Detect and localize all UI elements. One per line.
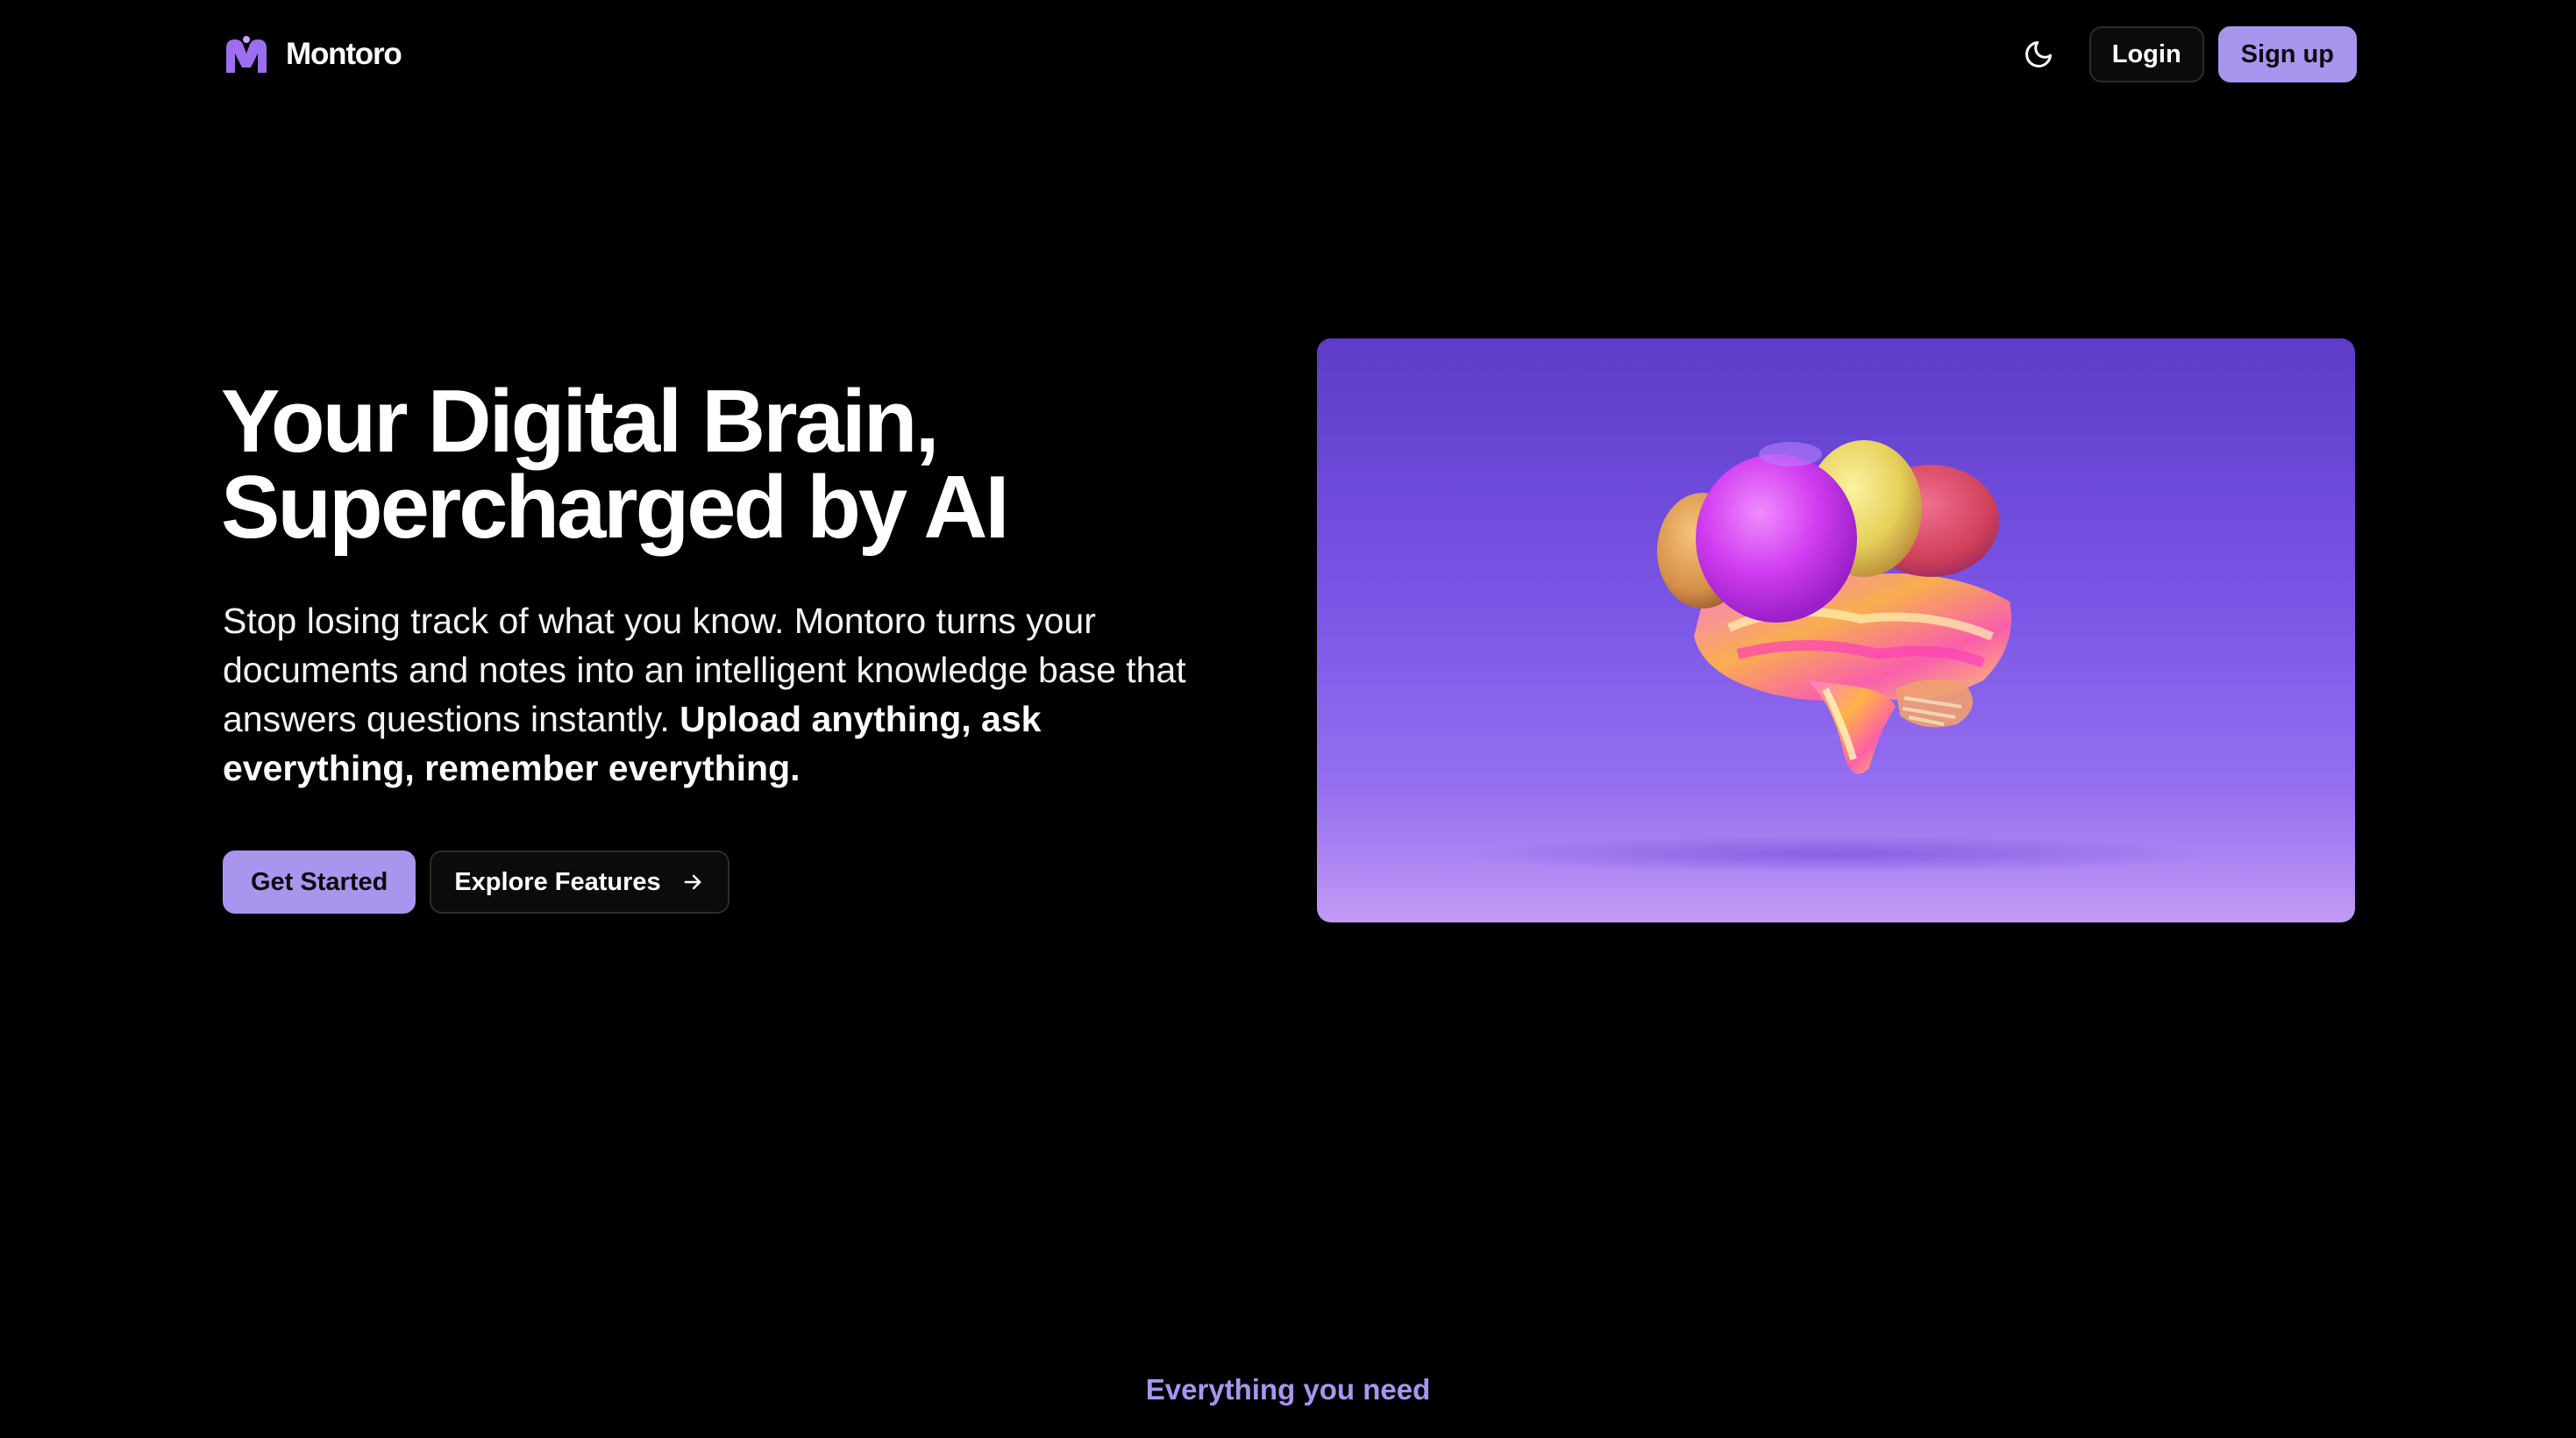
login-button[interactable]: Login xyxy=(2089,26,2204,82)
top-navbar: Montoro Login Sign up xyxy=(223,26,2357,82)
theme-toggle-button[interactable] xyxy=(2010,26,2067,82)
hero-title: Your Digital Brain, Supercharged by AI xyxy=(221,373,1326,557)
nav-actions: Login Sign up xyxy=(2010,26,2357,82)
hero-title-line-1: Your Digital Brain, xyxy=(221,373,940,471)
moon-icon xyxy=(2025,41,2052,68)
brain-shadow xyxy=(1459,835,2213,873)
explore-features-button[interactable]: Explore Features xyxy=(430,851,729,914)
arrow-right-icon xyxy=(684,874,701,890)
hero-actions: Get Started Explore Features xyxy=(223,851,729,914)
brand-name: Montoro xyxy=(286,37,402,71)
explore-features-label: Explore Features xyxy=(454,867,661,896)
brain-lobe-magenta xyxy=(1696,454,1857,623)
brand[interactable]: Montoro xyxy=(223,34,402,75)
hero-title-line-2: Supercharged by AI xyxy=(221,459,1009,557)
hero-description: Stop losing track of what you know. Mont… xyxy=(223,596,1222,793)
get-started-button[interactable]: Get Started xyxy=(223,851,416,914)
montoro-logo-icon xyxy=(226,36,267,73)
brain-cerebellum xyxy=(1896,679,1973,728)
signup-button[interactable]: Sign up xyxy=(2217,26,2357,82)
brain-illustration xyxy=(1459,440,2213,873)
features-eyebrow: Everything you need xyxy=(1145,1373,1431,1406)
hero-image-card xyxy=(1317,338,2355,922)
landing-page: Montoro Login Sign up Your Digital Brain… xyxy=(0,0,2576,1438)
